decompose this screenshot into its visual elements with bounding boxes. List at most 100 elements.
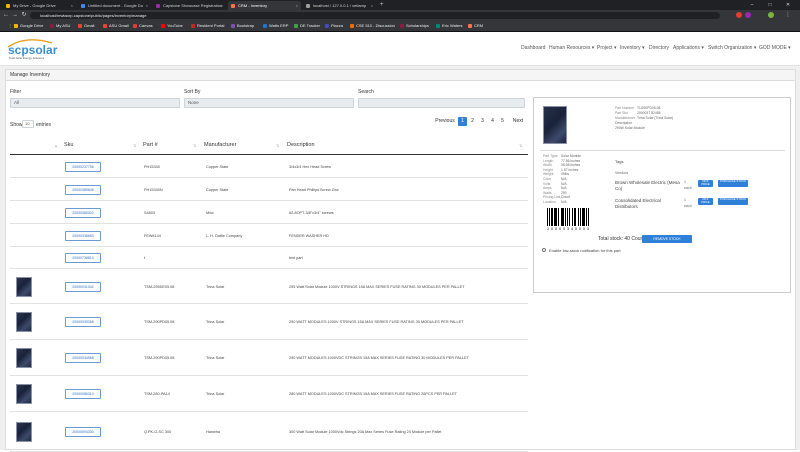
sort-icon[interactable]: ⇅ bbox=[133, 143, 136, 148]
bookmark-item[interactable]: Scholarships bbox=[400, 23, 429, 29]
bookmark-item[interactable]: DE Tracker bbox=[294, 23, 320, 29]
spec-field: Color N/A bbox=[543, 177, 567, 181]
bookmark-item[interactable]: Eric Waters bbox=[436, 23, 463, 29]
description: test part bbox=[289, 256, 303, 260]
sort-icon[interactable]: ⇅ bbox=[519, 143, 522, 148]
profile-avatar-icon[interactable] bbox=[768, 12, 774, 18]
bookmark-icon bbox=[294, 24, 298, 28]
diff-price-button[interactable]: DIFF PRICE bbox=[698, 197, 713, 205]
spec-field: Location N/A bbox=[543, 200, 567, 204]
maximize-icon[interactable]: □ bbox=[762, 0, 778, 10]
product-thumbnail bbox=[16, 277, 32, 297]
part-detail-field: Description bbox=[615, 121, 675, 125]
bookmark-item[interactable]: Canvas bbox=[133, 23, 153, 29]
sort-icon[interactable]: ⇅ bbox=[193, 143, 196, 148]
forward-icon[interactable]: → bbox=[11, 11, 19, 19]
tab-close-icon[interactable]: × bbox=[71, 1, 73, 10]
col-manufacturer[interactable]: Manufacturer bbox=[204, 142, 236, 148]
sku-button[interactable]: 20000086314 bbox=[65, 389, 101, 399]
search-input[interactable] bbox=[358, 98, 525, 108]
barcode-digits: 1 0 0 0 0 3 4 0 0 0 3 bbox=[547, 227, 590, 231]
tab-title: CRM - Inventory bbox=[238, 3, 268, 8]
pagination-item[interactable]: 4 bbox=[488, 117, 497, 126]
sort-select[interactable]: None bbox=[184, 98, 354, 108]
sku-button[interactable]: 20000031042 bbox=[65, 282, 101, 292]
bookmark-item[interactable]: Bootstrap bbox=[231, 23, 254, 29]
pagination-item[interactable]: Previous bbox=[434, 117, 456, 126]
low-stock-checkbox[interactable] bbox=[542, 248, 546, 252]
bookmark-item[interactable]: Resident Portal bbox=[191, 23, 224, 29]
sku-button[interactable]: 20000738813 bbox=[65, 253, 101, 263]
nav-link[interactable]: GOD MODE ▾ bbox=[759, 45, 791, 51]
scpsolar-logo[interactable]: scpsolar Total Solar Energy Solutions bbox=[6, 37, 78, 61]
sort-icon[interactable]: ⇅ bbox=[276, 143, 279, 148]
diff-price-button[interactable]: DIFF PRICE bbox=[698, 179, 713, 187]
close-window-icon[interactable]: ✕ bbox=[780, 0, 796, 10]
filter-select[interactable]: All bbox=[10, 98, 180, 108]
reload-icon[interactable]: ↻ bbox=[20, 11, 28, 19]
nav-link[interactable]: Switch Organization ▾ bbox=[708, 45, 756, 51]
nav-link[interactable]: Dashboard bbox=[521, 45, 545, 51]
tab-close-icon[interactable]: × bbox=[221, 1, 223, 10]
sort-asc-icon[interactable]: ▲ bbox=[54, 143, 58, 148]
sku-button[interactable]: 20000033368 bbox=[65, 317, 101, 327]
sku-button[interactable]: 20000237756 bbox=[65, 162, 101, 172]
bookmark-item[interactable]: Gmail bbox=[78, 23, 94, 29]
sku-button[interactable]: 20000389846 bbox=[65, 185, 101, 195]
spec-value: N/A bbox=[561, 181, 567, 186]
sku-button[interactable]: 20000380302 bbox=[65, 208, 101, 218]
bookmark-item[interactable]: YouTube bbox=[161, 23, 183, 29]
browser-tab[interactable]: My Drive - Google Drive × bbox=[3, 1, 76, 10]
purchase-stock-button[interactable]: PURCHASE STOCK bbox=[718, 197, 748, 205]
extension-icon[interactable] bbox=[745, 12, 751, 18]
pagination-item[interactable]: 1 bbox=[458, 117, 467, 126]
tab-close-icon[interactable]: × bbox=[296, 1, 298, 10]
browser-tab[interactable]: localhost / 127.0.0.1 / xetlamp × bbox=[303, 1, 376, 10]
entries-select[interactable]: 10 bbox=[22, 120, 34, 128]
nav-link[interactable]: Human Resources ▾ bbox=[549, 45, 594, 51]
bookmark-item[interactable]: Piazza bbox=[325, 23, 343, 29]
bookmark-item[interactable]: Watts ERP bbox=[263, 23, 288, 29]
more-menu-icon[interactable]: ⋮ bbox=[784, 11, 792, 19]
bookmark-item[interactable]: CRM bbox=[468, 23, 483, 29]
new-tab-icon[interactable]: + bbox=[378, 1, 388, 10]
address-bar[interactable]: localhost/rewtaorp-capstone/public/pages… bbox=[30, 11, 720, 19]
col-part[interactable]: Part # bbox=[143, 142, 158, 148]
barcode-bar bbox=[547, 208, 549, 226]
purchase-stock-button[interactable]: PURCHASE STOCK bbox=[718, 179, 748, 187]
barcode-bar bbox=[586, 208, 588, 226]
remove-stock-button[interactable]: REMOVE STOCK bbox=[642, 235, 692, 243]
sku-button[interactable]: 20000034558 bbox=[65, 353, 101, 363]
browser-tab[interactable]: Untitled document - Google Do × bbox=[78, 1, 151, 10]
pagination-item[interactable]: 2 bbox=[468, 117, 477, 126]
nav-link[interactable]: Applications ▾ bbox=[673, 45, 704, 51]
sku-button[interactable]: 20000336653 bbox=[65, 231, 101, 241]
spec-key: Amps bbox=[543, 186, 552, 191]
extension-icon[interactable] bbox=[736, 12, 742, 18]
spec-field: Part Type Solar Module bbox=[543, 154, 581, 158]
nav-link[interactable]: Inventory ▾ bbox=[620, 45, 644, 51]
address-url: localhost/rewtaorp-capstone/public/pages… bbox=[40, 12, 147, 18]
pagination-item[interactable]: 5 bbox=[498, 117, 507, 126]
bookmark-icon bbox=[468, 24, 472, 28]
pagination-item[interactable]: 3 bbox=[478, 117, 487, 126]
description: 290 WATT MODULES 1000VDC STRINGS 15A MAX… bbox=[289, 356, 469, 360]
bookmark-item[interactable]: Google Drive bbox=[14, 23, 43, 29]
col-description[interactable]: Description bbox=[287, 142, 315, 148]
bookmark-item[interactable]: ASU Gmail bbox=[103, 23, 129, 29]
bookmark-item[interactable]: My ASU bbox=[50, 23, 70, 29]
pagination-item[interactable]: Next bbox=[510, 117, 526, 126]
browser-tab[interactable]: Capstone Showcase Registration × bbox=[153, 1, 226, 10]
bookmark-label: Scholarships bbox=[406, 23, 429, 28]
browser-tab[interactable]: CRM - Inventory × bbox=[228, 1, 301, 10]
back-icon[interactable]: ← bbox=[2, 11, 10, 19]
sku-button[interactable]: 20000094330 bbox=[65, 427, 101, 437]
description: Pan Head Phillips Screw Zinc bbox=[289, 188, 339, 192]
tab-close-icon[interactable]: × bbox=[146, 1, 148, 10]
nav-link[interactable]: Project ▾ bbox=[597, 45, 616, 51]
bookmark-item[interactable]: CSE 510 - Discussion bbox=[350, 23, 395, 29]
col-sku[interactable]: Sku bbox=[64, 142, 73, 148]
minimize-icon[interactable]: – bbox=[744, 0, 760, 10]
tab-close-icon[interactable]: × bbox=[371, 1, 373, 10]
nav-link[interactable]: Directory bbox=[649, 45, 669, 51]
